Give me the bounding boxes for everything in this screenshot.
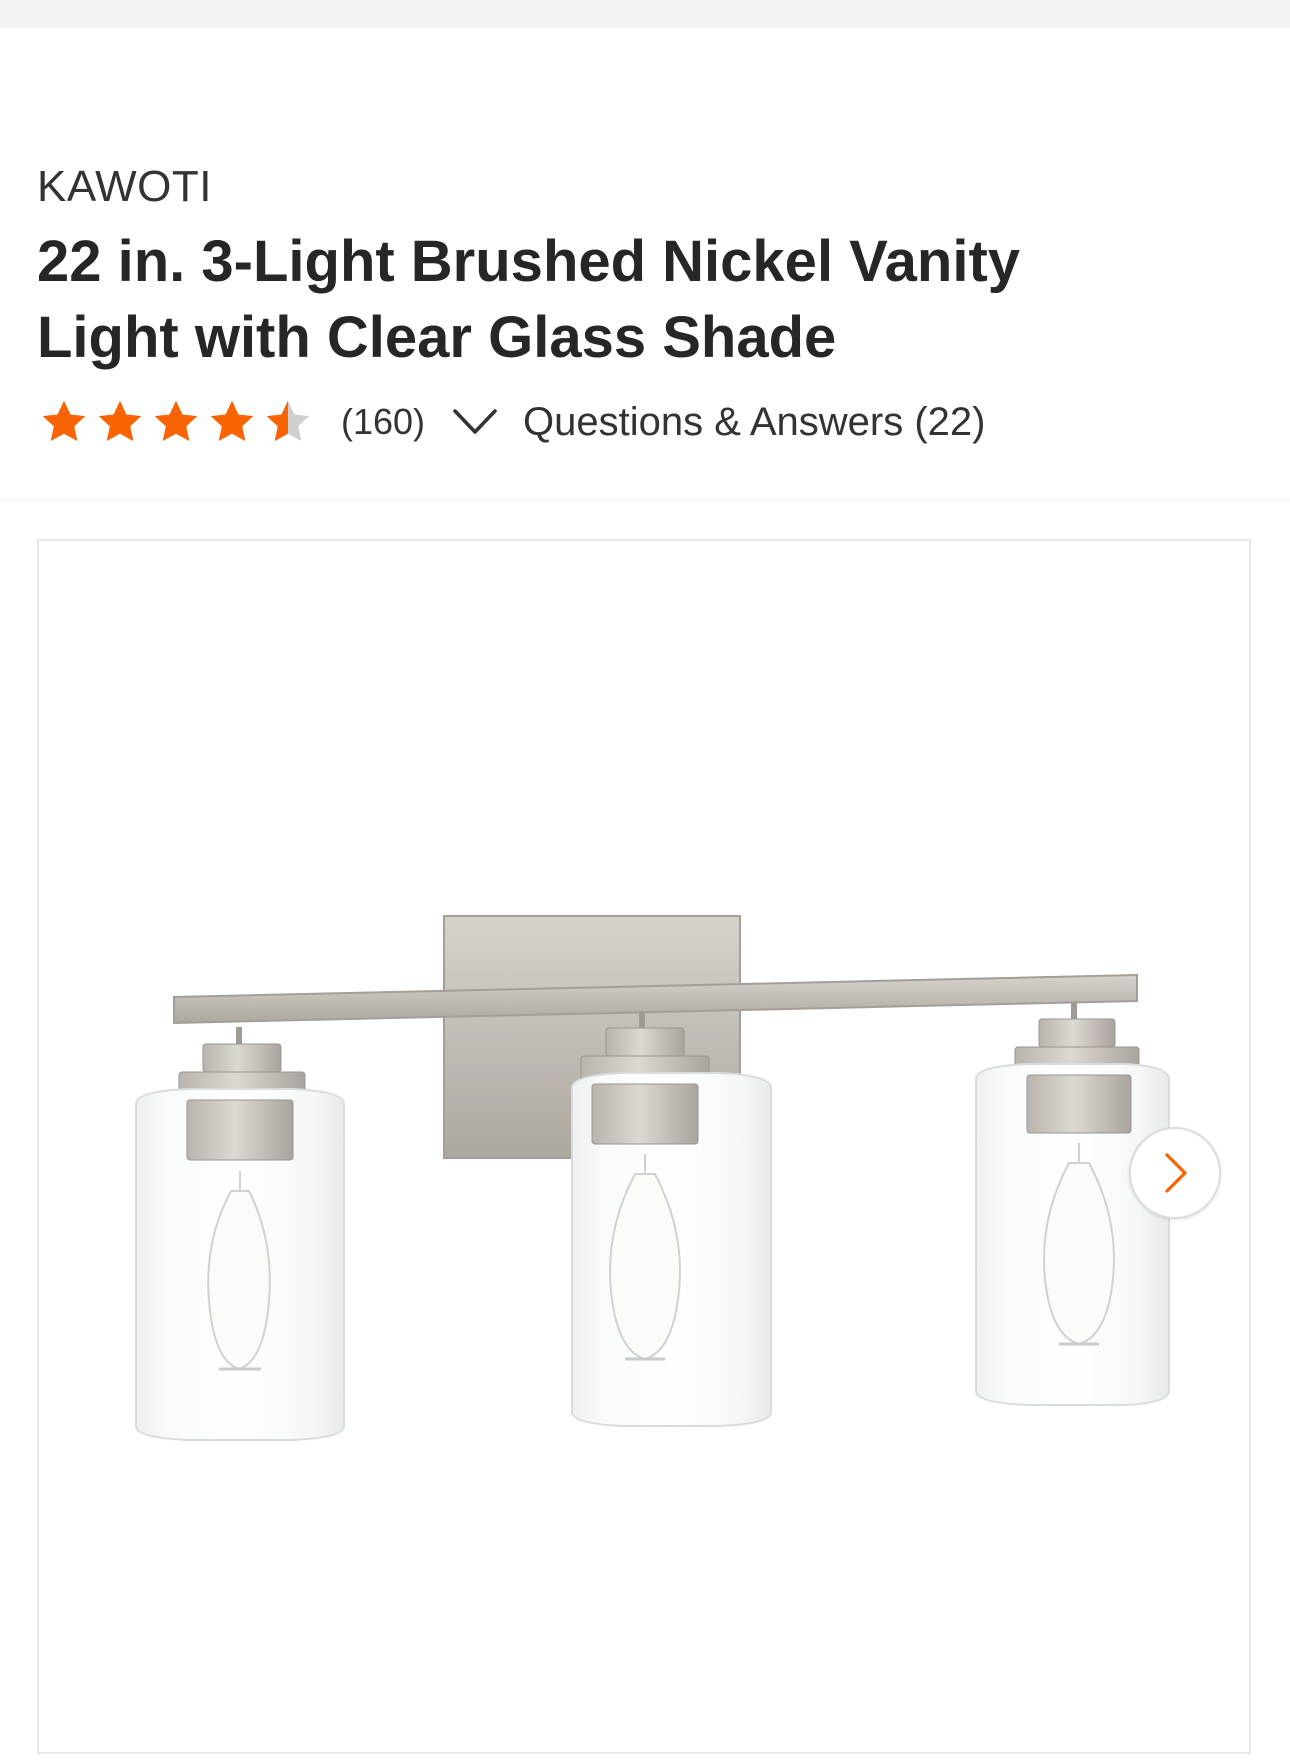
product-title: 22 in. 3-Light Brushed Nickel Vanity Lig… — [37, 229, 1021, 370]
expand-reviews-button[interactable] — [449, 402, 501, 442]
star-rating[interactable] — [37, 397, 315, 447]
top-status-strip — [0, 0, 1290, 28]
chevron-down-icon — [453, 409, 497, 434]
product-image-carousel[interactable] — [37, 539, 1251, 1754]
product-image — [135, 915, 1170, 1441]
star-icon — [154, 400, 198, 442]
half-star-icon — [266, 400, 310, 442]
star-icon — [98, 400, 142, 442]
review-count[interactable]: (160) — [341, 401, 425, 443]
star-icon — [210, 400, 254, 442]
chevron-right-icon — [1165, 1153, 1187, 1193]
star-icon — [42, 400, 86, 442]
rating-row: (160) Questions & Answers (22) — [37, 394, 985, 450]
brand-name[interactable]: KAWOTI — [37, 162, 212, 212]
questions-answers-link[interactable]: Questions & Answers (22) — [523, 400, 985, 445]
section-divider — [0, 498, 1290, 504]
next-image-button[interactable] — [1129, 1127, 1221, 1219]
